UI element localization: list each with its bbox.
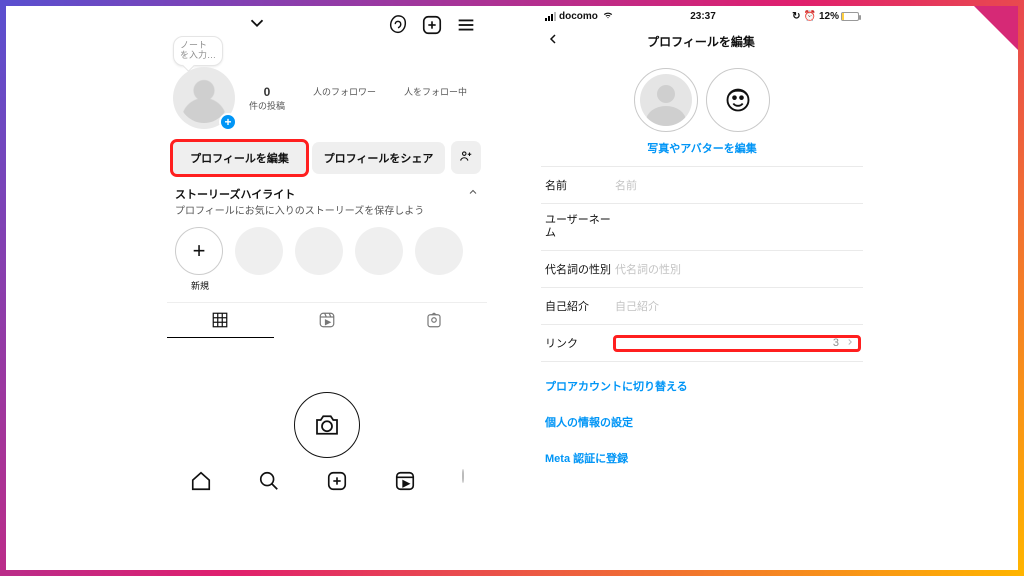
bottom-nav: [167, 464, 487, 497]
stat-posts-count: 0: [249, 85, 285, 99]
switch-pro-account-link[interactable]: プロアカウントに切り替える: [543, 368, 861, 404]
stat-following-label: 人をフォロー中: [404, 85, 467, 98]
nav-profile-icon[interactable]: [462, 470, 464, 495]
orientation-lock-icon: ↻: [792, 11, 800, 22]
edit-profile-screen: docomo 23:37 ↻ ⏰ 12% プロフィールを編集 写真やアバターを編…: [537, 8, 867, 568]
field-pronouns-placeholder: 代名詞の性別: [615, 261, 859, 277]
highlight-placeholder: [415, 227, 465, 292]
stat-followers[interactable]: 人のフォロワー: [313, 85, 376, 112]
field-username[interactable]: ユーザーネーム: [541, 204, 863, 251]
alarm-icon: ⏰: [804, 11, 816, 22]
field-bio-label: 自己紹介: [545, 298, 615, 314]
field-pronouns[interactable]: 代名詞の性別 代名詞の性別: [541, 251, 863, 288]
field-name-label: 名前: [545, 177, 615, 193]
field-username-label: ユーザーネーム: [545, 214, 615, 240]
username-chevron-icon[interactable]: [246, 12, 268, 37]
tab-tagged[interactable]: [380, 303, 487, 338]
new-highlight-label: 新規: [175, 279, 225, 292]
tab-grid[interactable]: [167, 303, 274, 338]
edit-profile-header: プロフィールを編集: [537, 25, 867, 58]
photo-avatar-option[interactable]: [634, 68, 698, 132]
field-name-placeholder: 名前: [615, 177, 859, 193]
highlight-placeholder: [295, 227, 345, 292]
nav-create-icon[interactable]: [326, 470, 348, 495]
camera-icon: [294, 392, 360, 458]
battery-icon: [841, 12, 859, 21]
empty-posts: [167, 338, 487, 458]
highlight-placeholder: [235, 227, 285, 292]
field-name[interactable]: 名前 名前: [541, 166, 863, 204]
avatar-picker: [537, 58, 867, 136]
stat-posts[interactable]: 0 件の投稿: [249, 85, 285, 112]
discover-people-button[interactable]: [451, 141, 481, 174]
add-story-plus-icon[interactable]: +: [219, 113, 237, 131]
plus-icon: +: [175, 227, 223, 275]
note-line2: を入力…: [180, 51, 216, 61]
field-pronouns-label: 代名詞の性別: [545, 261, 615, 277]
tab-reels[interactable]: [274, 303, 381, 338]
avatar-placeholder-icon: [640, 74, 692, 126]
profile-buttons: プロフィールを編集 プロフィールをシェア: [167, 133, 487, 182]
field-bio-placeholder: 自己紹介: [615, 298, 859, 314]
profile-stats: 0 件の投稿 人のフォロワー 人をフォロー中: [235, 85, 481, 112]
personal-info-link[interactable]: 個人の情報の設定: [543, 404, 861, 440]
story-highlights-header: ストーリーズハイライト プロフィールにお気に入りのストーリーズを保存しよう: [167, 182, 487, 217]
nav-home-icon[interactable]: [190, 470, 212, 495]
field-links[interactable]: リンク 3: [541, 325, 863, 362]
field-bio[interactable]: 自己紹介 自己紹介: [541, 288, 863, 325]
hamburger-menu-icon[interactable]: [449, 14, 483, 36]
signal-icon: [545, 12, 556, 21]
highlight-placeholder: [355, 227, 405, 292]
battery-pct: 12%: [819, 11, 839, 22]
new-highlight[interactable]: + 新規: [175, 227, 225, 292]
carrier-label: docomo: [559, 11, 598, 22]
edit-profile-button[interactable]: プロフィールを編集: [173, 142, 306, 174]
profile-screen: ノート を入力… + 0 件の投稿 人のフォロワー 人をフォロー中: [167, 8, 487, 568]
create-post-icon[interactable]: [415, 14, 449, 36]
story-highlights-row: + 新規: [167, 217, 487, 302]
edit-profile-title: プロフィールを編集: [543, 33, 859, 50]
meta-avatar-option[interactable]: [706, 68, 770, 132]
story-highlights-title: ストーリーズハイライト: [175, 186, 424, 202]
status-bar: docomo 23:37 ↻ ⏰ 12%: [537, 8, 867, 25]
field-links-label: リンク: [545, 335, 615, 351]
stat-posts-label: 件の投稿: [249, 99, 285, 112]
account-links: プロアカウントに切り替える 個人の情報の設定 Meta 認証に登録: [537, 362, 867, 482]
brand-corner-decoration: [968, 0, 1024, 56]
edit-photo-link[interactable]: 写真やアバターを編集: [537, 136, 867, 166]
profile-fields: 名前 名前 ユーザーネーム 代名詞の性別 代名詞の性別 自己紹介 自己紹介 リン…: [537, 166, 867, 362]
share-profile-button[interactable]: プロフィールをシェア: [312, 142, 445, 174]
stat-following[interactable]: 人をフォロー中: [404, 85, 467, 112]
chevron-right-icon: [845, 337, 855, 350]
nav-reels-icon[interactable]: [394, 470, 416, 495]
story-highlights-desc: プロフィールにお気に入りのストーリーズを保存しよう: [175, 202, 424, 217]
profile-top-bar: [167, 8, 487, 39]
profile-avatar[interactable]: +: [173, 67, 235, 129]
profile-tabs: [167, 302, 487, 338]
note-bubble[interactable]: ノート を入力…: [173, 36, 223, 66]
nav-search-icon[interactable]: [258, 470, 280, 495]
stat-followers-label: 人のフォロワー: [313, 85, 376, 98]
collapse-chevron-icon[interactable]: [467, 186, 479, 201]
threads-icon[interactable]: [381, 14, 415, 36]
links-count: 3: [833, 337, 839, 349]
field-links-value-area: 3: [615, 337, 859, 350]
wifi-icon: [602, 10, 614, 23]
meta-verified-link[interactable]: Meta 認証に登録: [543, 440, 861, 476]
status-time: 23:37: [614, 11, 792, 22]
